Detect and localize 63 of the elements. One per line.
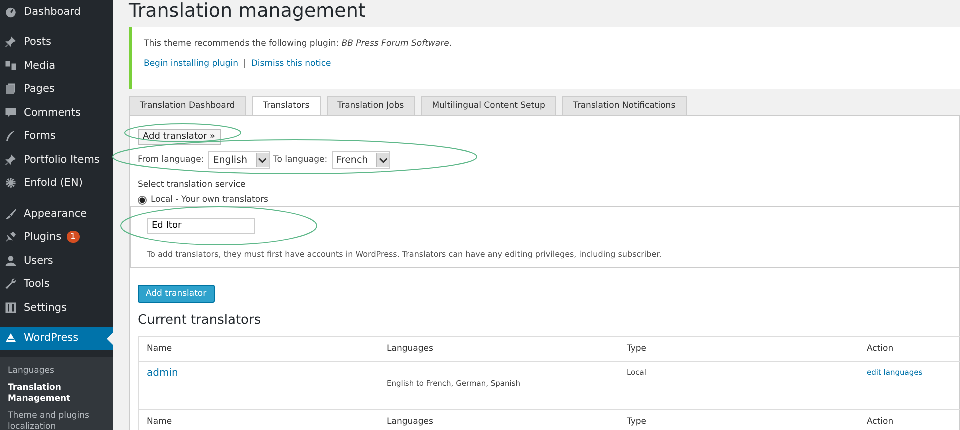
service-heading: Select translation service [138, 180, 247, 190]
tab[interactable]: Multilingual Content Setup [421, 96, 556, 115]
menu-item[interactable]: Plugins 1 [0, 226, 113, 249]
to-language-select[interactable]: French [332, 151, 390, 169]
column-header: Action [859, 336, 960, 362]
wrench-icon [5, 278, 17, 290]
menu-item[interactable]: Portfolio Items [0, 148, 113, 172]
feather-icon [5, 130, 17, 142]
translator-input[interactable]: Ed Itor [147, 218, 255, 234]
submenu-item[interactable]: Translation Management [0, 380, 113, 408]
page-title: Translation management [129, 0, 367, 22]
gauge-icon [5, 6, 17, 18]
menu-item[interactable]: Enfold (EN) [0, 172, 113, 195]
pushpin-icon [5, 36, 17, 48]
radio-label: Local - Your own translators [151, 195, 268, 205]
menu-item[interactable]: Users [0, 249, 113, 272]
from-language-label: From language: [138, 155, 204, 165]
menu-item[interactable]: Appearance [0, 202, 113, 226]
help-text: To add translators, they must first have accounts in WordPress. Translators can have any editing privileges, including subscriber. [147, 250, 663, 259]
menu-item[interactable]: Posts [0, 30, 113, 54]
update-count-badge: 1 [66, 231, 80, 244]
submenu-item[interactable]: Languages [0, 363, 113, 380]
submenu-item[interactable]: Theme and plugins localization [0, 408, 113, 430]
tab[interactable]: Translators [252, 96, 321, 115]
brush-icon [5, 208, 17, 220]
dismiss-notice-link[interactable]: Dismiss this notice [251, 59, 332, 69]
menu-item[interactable]: Dashboard [0, 0, 113, 24]
to-language-label: To language: [274, 155, 328, 165]
column-header: Name [138, 336, 379, 362]
section-heading: Current translators [138, 313, 262, 328]
tab[interactable]: Translation Notifications [562, 96, 687, 115]
column-header: Languages [379, 336, 619, 362]
media-icon [5, 60, 17, 72]
from-language-select[interactable]: English [208, 151, 270, 169]
column-footer: Type [619, 410, 859, 430]
plug-icon [5, 231, 17, 244]
tab[interactable]: Translation Dashboard [129, 96, 246, 115]
notice-text: This theme recommends the following plugin: BB Press Forum Software. [144, 39, 454, 49]
menu-item[interactable]: Pages [0, 78, 113, 101]
separator: | [243, 59, 246, 69]
gear-icon [5, 177, 17, 190]
menu-item[interactable]: WordPress [0, 326, 113, 350]
column-footer: Languages [379, 410, 619, 430]
column-footer: Action [859, 410, 960, 430]
radio-button[interactable] [138, 196, 147, 204]
current-pointer [107, 332, 113, 344]
speech-bubble-icon [5, 106, 17, 119]
menu-item[interactable]: Tools [0, 272, 113, 296]
triangle-icon [5, 332, 17, 344]
menu-item[interactable]: Forms [0, 124, 113, 148]
menu-item[interactable]: Media [0, 54, 113, 78]
install-plugin-link[interactable]: Begin installing plugin [144, 59, 238, 69]
user-icon [5, 254, 17, 267]
menu-item[interactable]: Settings [0, 296, 113, 320]
column-footer: Name [138, 410, 379, 430]
pages-icon [5, 83, 17, 96]
add-translator-toggle[interactable]: Add translator » [138, 129, 221, 145]
tab[interactable]: Translation Jobs [326, 96, 416, 115]
user-link[interactable]: admin [147, 368, 178, 379]
menu-item[interactable]: Comments [0, 101, 113, 124]
pushpin-icon [5, 154, 17, 166]
column-header: Type [619, 336, 859, 362]
sliders-icon [5, 302, 17, 314]
